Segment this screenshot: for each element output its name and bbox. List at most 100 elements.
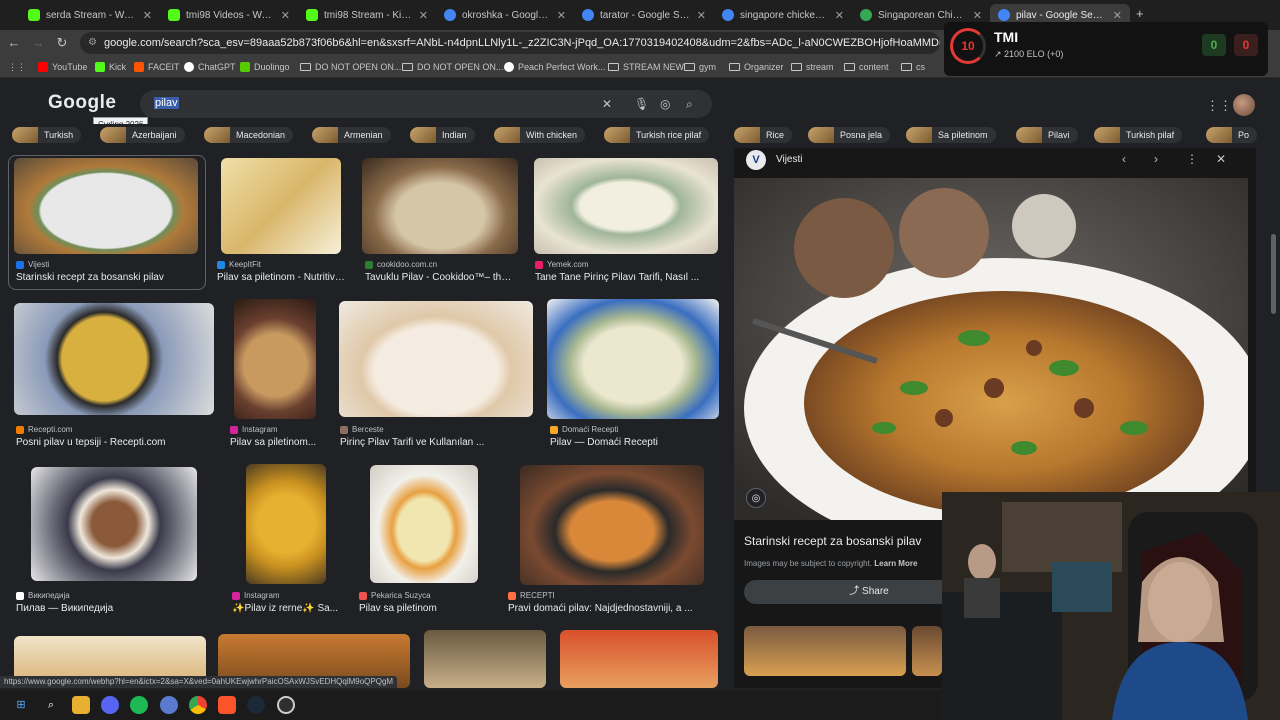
learn-more-link[interactable]: Learn More — [874, 559, 917, 568]
browser-tab[interactable]: tmi98 Stream - Kick Dash ✕ — [298, 4, 436, 26]
result-image[interactable] — [246, 464, 326, 584]
preview-image[interactable] — [734, 178, 1248, 520]
filter-chip[interactable]: Posna jela — [808, 127, 891, 143]
bookmark-duolingo[interactable]: Duolingo — [240, 59, 290, 75]
new-tab-button[interactable]: + — [1136, 6, 1144, 21]
result-image[interactable] — [534, 158, 718, 254]
filter-chip[interactable]: Armenian — [312, 127, 391, 143]
site-info-icon[interactable]: ⚙ — [88, 32, 97, 54]
preview-title[interactable]: Starinski recept za bosanski pilav — [744, 534, 921, 548]
result-image[interactable] — [520, 465, 704, 585]
bookmark-folder[interactable]: DO NOT OPEN ON... — [402, 59, 503, 75]
filter-chip[interactable]: Indian — [410, 127, 475, 143]
close-icon[interactable]: ✕ — [1216, 152, 1226, 166]
result-image[interactable] — [547, 299, 719, 419]
chrome-icon[interactable] — [189, 696, 207, 714]
result-title[interactable]: Starinski recept za bosanski pilav — [16, 272, 202, 283]
browser-tab[interactable]: okroshka - Google Search ✕ — [436, 4, 574, 26]
result-title[interactable]: Pravi domaći pilav: Najdjednostavniji, a… — [508, 603, 694, 614]
spotify-icon[interactable] — [130, 696, 148, 714]
bookmark-peach[interactable]: Peach Perfect Work... — [504, 59, 605, 75]
result-title[interactable]: Posni pilav u tepsiji - Recepti.com — [16, 437, 212, 448]
close-icon[interactable]: ✕ — [281, 9, 290, 22]
back-button[interactable]: ← — [4, 34, 24, 52]
related-image[interactable] — [744, 626, 906, 676]
close-icon[interactable]: ✕ — [143, 9, 152, 22]
google-logo[interactable]: Google — [48, 92, 116, 114]
result-title[interactable]: Pilav sa piletinom... — [230, 437, 326, 448]
filter-chip[interactable]: Po — [1206, 127, 1258, 143]
address-bar[interactable]: ⚙ google.com/search?sca_esv=89aaa52b873f… — [80, 32, 940, 54]
result-title[interactable]: ✨Pilav iz rerne✨ Sa... — [232, 603, 342, 614]
panel-source-name[interactable]: Vijesti — [776, 154, 803, 165]
filter-chip[interactable]: Sa piletinom — [906, 127, 996, 143]
windows-icon[interactable]: ⊞ — [12, 696, 30, 714]
close-icon[interactable]: ✕ — [973, 9, 982, 22]
more-options-icon[interactable]: ⋮ — [1186, 152, 1198, 166]
bookmark-youtube[interactable]: YouTube — [38, 59, 87, 75]
lens-icon[interactable]: ◎ — [660, 97, 670, 111]
bookmark-folder[interactable]: DO NOT OPEN ON... — [300, 59, 401, 75]
result-title[interactable]: Pilav sa piletinom — [359, 603, 489, 614]
browser-tab[interactable]: serda Stream - Watch Liv ✕ — [20, 4, 160, 26]
search-icon[interactable]: ⌕ — [42, 696, 60, 714]
scrollbar[interactable] — [1271, 234, 1276, 314]
filter-chip[interactable]: Rice — [734, 127, 793, 143]
related-image[interactable] — [912, 626, 942, 676]
reload-button[interactable]: ↻ — [52, 34, 72, 52]
result-image[interactable] — [560, 630, 718, 688]
close-icon[interactable]: ✕ — [419, 9, 428, 22]
clear-icon[interactable]: ✕ — [602, 97, 612, 111]
bookmark-folder[interactable]: stream — [791, 59, 834, 75]
discord-icon[interactable] — [101, 696, 119, 714]
result-title[interactable]: Tane Tane Pirinç Pilavı Tarifi, Nasıl ..… — [535, 272, 715, 283]
forward-button[interactable]: → — [28, 34, 48, 52]
bookmark-folder[interactable]: STREAM NEW — [608, 59, 684, 75]
bookmark-kick[interactable]: Kick — [95, 59, 126, 75]
browser-tab[interactable]: singapore chicken rice - G ✕ — [714, 4, 852, 26]
close-icon[interactable]: ✕ — [557, 9, 566, 22]
close-icon[interactable]: ✕ — [697, 9, 706, 22]
close-icon[interactable]: ✕ — [835, 9, 844, 22]
result-image[interactable] — [339, 301, 533, 417]
steam-icon[interactable] — [247, 696, 265, 714]
search-icon[interactable]: ⌕ — [686, 97, 693, 112]
result-title[interactable]: Pilav sa piletinom - Nutritivn... — [217, 272, 347, 283]
close-icon[interactable]: ✕ — [1113, 9, 1122, 22]
voice-search-icon[interactable]: 🎙 — [634, 97, 649, 111]
filter-chip[interactable]: With chicken — [494, 127, 586, 143]
obs-icon[interactable] — [277, 696, 295, 714]
filter-chip[interactable]: Turkish pilaf — [1094, 127, 1183, 143]
bookmark-folder[interactable]: gym — [684, 59, 716, 75]
result-image[interactable] — [31, 467, 197, 581]
result-image[interactable] — [370, 465, 478, 583]
result-title[interactable]: Pirinç Pilav Tarifi ve Kullanılan ... — [340, 437, 536, 448]
next-icon[interactable]: › — [1154, 152, 1158, 166]
bookmark-folder[interactable]: Organizer — [729, 59, 784, 75]
filter-chip[interactable]: Pilavi — [1016, 127, 1078, 143]
filter-chip[interactable]: Azerbaijani — [100, 127, 185, 143]
search-query[interactable]: pilav — [154, 97, 179, 109]
app-icon[interactable] — [160, 696, 178, 714]
bookmark-folder[interactable]: content — [844, 59, 889, 75]
result-image[interactable] — [424, 630, 546, 688]
filter-chip[interactable]: Turkish rice pilaf — [604, 127, 710, 143]
previous-icon[interactable]: ‹ — [1122, 152, 1126, 166]
result-image[interactable] — [14, 158, 198, 254]
file-explorer-icon[interactable] — [72, 696, 90, 714]
bookmark-folder[interactable]: cs — [901, 59, 925, 75]
filter-chip[interactable]: Turkish — [12, 127, 82, 143]
result-title[interactable]: Пилав — Википедија — [16, 603, 206, 614]
browser-tab[interactable]: tarator - Google Search ✕ — [574, 4, 714, 26]
avatar[interactable] — [1233, 94, 1255, 116]
lens-search-icon[interactable]: ◎ — [746, 488, 766, 508]
result-title[interactable]: Pilav — Domaći Recepti — [550, 437, 720, 448]
browser-tab[interactable]: tmi98 Videos - Watch On ✕ — [160, 4, 298, 26]
result-image[interactable] — [234, 299, 316, 419]
filter-chip[interactable]: Macedonian — [204, 127, 294, 143]
apps-icon[interactable]: ⋮⋮ — [8, 59, 26, 75]
result-image[interactable] — [221, 158, 341, 254]
search-input[interactable]: pilav ✕ 🎙 ◎ ⌕ — [140, 90, 712, 118]
result-image[interactable] — [14, 303, 214, 415]
result-image[interactable] — [362, 158, 518, 254]
